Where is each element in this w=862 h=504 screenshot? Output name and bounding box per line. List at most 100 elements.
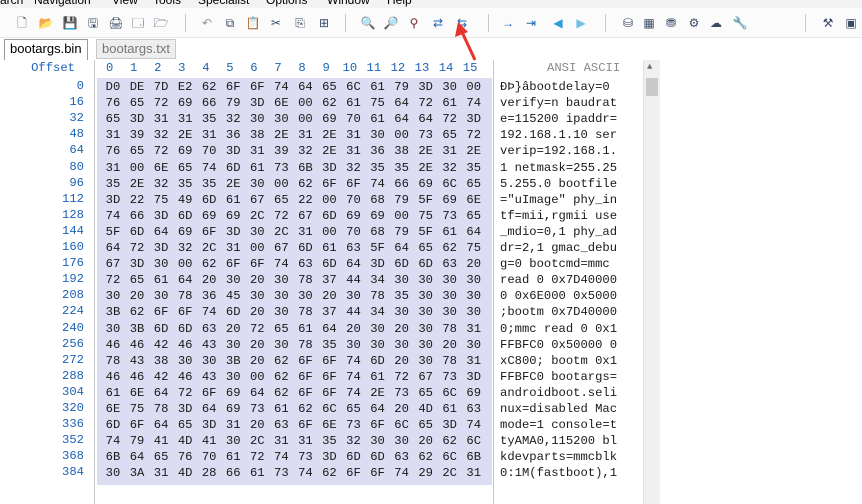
hex-byte[interactable]: 31	[222, 417, 244, 433]
hex-byte[interactable]: 61	[246, 465, 268, 481]
hex-byte[interactable]: 35	[391, 160, 413, 176]
hex-byte[interactable]: 30	[102, 288, 124, 304]
hex-byte[interactable]: 00	[174, 256, 196, 272]
hex-byte[interactable]: 6F	[318, 385, 340, 401]
hex-byte[interactable]: 63	[294, 256, 316, 272]
menu-item-window[interactable]: Window	[327, 0, 370, 7]
hex-byte[interactable]: 30	[246, 224, 268, 240]
hex-byte[interactable]: 32	[294, 143, 316, 159]
hex-byte[interactable]: 42	[150, 369, 172, 385]
hex-byte[interactable]: D0	[102, 79, 124, 95]
ascii-row[interactable]: ÐÞ}âbootdelay=0	[500, 79, 610, 95]
hex-byte[interactable]: 31	[174, 111, 196, 127]
hex-byte[interactable]: 65	[174, 160, 196, 176]
hex-byte[interactable]: 62	[318, 465, 340, 481]
cut-icon[interactable]: ✂	[268, 15, 284, 31]
hex-byte[interactable]: 30	[246, 288, 268, 304]
hex-byte[interactable]: 74	[367, 176, 389, 192]
hex-byte[interactable]: 6F	[294, 417, 316, 433]
hex-byte[interactable]: 30	[222, 369, 244, 385]
hex-byte[interactable]: 64	[415, 111, 437, 127]
hex-byte[interactable]: 64	[174, 272, 196, 288]
hex-byte[interactable]: 00	[246, 240, 268, 256]
hex-row[interactable]: 30 20 30 78 36 45 30 30 30 20 30 78 35 30 30 30	[0, 288, 495, 304]
hex-byte[interactable]: 6D	[318, 256, 340, 272]
hex-byte[interactable]: 64	[246, 385, 268, 401]
hex-byte[interactable]: 3D	[318, 160, 340, 176]
hex-byte[interactable]: 3D	[198, 417, 220, 433]
hex-byte[interactable]: 61	[318, 240, 340, 256]
hex-byte[interactable]: 67	[102, 256, 124, 272]
hex-byte[interactable]: 41	[150, 433, 172, 449]
hex-byte[interactable]: 74	[391, 465, 413, 481]
hex-byte[interactable]: 6F	[222, 256, 244, 272]
menu-item-navigation[interactable]: Navigation	[34, 0, 91, 7]
hex-byte[interactable]: 2E	[415, 160, 437, 176]
ascii-row[interactable]: xC800; bootm 0x1	[500, 353, 617, 369]
hex-byte[interactable]: 69	[318, 111, 340, 127]
hex-row[interactable]: D0 DE 7D E2 62 6F 6F 74 64 65 6C 61 79 3D 30 00	[0, 79, 495, 95]
hex-byte[interactable]: 00	[246, 369, 268, 385]
hex-byte[interactable]: 73	[246, 401, 268, 417]
ascii-row[interactable]: ="uImage" phy_in	[500, 192, 617, 208]
hex-byte[interactable]: 38	[150, 353, 172, 369]
save-all-icon[interactable]: 🖫	[85, 15, 101, 31]
hex-row[interactable]: 3D 22 75 49 6D 61 67 65 22 00 70 68 79 5F 69 6E	[0, 192, 495, 208]
ascii-row[interactable]: verip=192.168.1.	[500, 143, 617, 159]
hex-byte[interactable]: 30	[415, 272, 437, 288]
hex-byte[interactable]: 20	[463, 256, 485, 272]
hex-byte[interactable]: 31	[102, 160, 124, 176]
hex-byte[interactable]: 73	[439, 208, 461, 224]
hex-byte[interactable]: 65	[126, 95, 148, 111]
copy-icon[interactable]: ⧉	[222, 15, 238, 31]
hex-byte[interactable]: 30	[391, 337, 413, 353]
hex-byte[interactable]: 30	[367, 321, 389, 337]
hex-byte[interactable]: 78	[439, 353, 461, 369]
hex-byte[interactable]: 6D	[367, 449, 389, 465]
hex-byte[interactable]: 2E	[415, 143, 437, 159]
hex-byte[interactable]: 64	[102, 240, 124, 256]
hex-byte[interactable]: 35	[198, 111, 220, 127]
hex-byte[interactable]: 20	[198, 272, 220, 288]
hex-byte[interactable]: 74	[270, 79, 292, 95]
hex-byte[interactable]: 30	[222, 272, 244, 288]
hex-row[interactable]: 61 6E 64 72 6F 69 64 62 6F 6F 74 2E 73 65 6C 69	[0, 385, 495, 401]
hex-row[interactable]: 46 46 42 46 43 30 00 62 6F 6F 74 61 72 67 73 3D	[0, 369, 495, 385]
hex-byte[interactable]: 78	[102, 353, 124, 369]
hex-byte[interactable]: 30	[246, 176, 268, 192]
hex-byte[interactable]: 6F	[126, 417, 148, 433]
hex-byte[interactable]: 64	[391, 95, 413, 111]
hex-byte[interactable]: 46	[126, 337, 148, 353]
open-drive-icon[interactable]: 🗁	[153, 15, 169, 31]
hex-byte[interactable]: 6F	[174, 304, 196, 320]
hex-byte[interactable]: 67	[294, 208, 316, 224]
hex-byte[interactable]: 2E	[174, 127, 196, 143]
hex-byte[interactable]: 31	[270, 433, 292, 449]
hex-byte[interactable]: 3D	[150, 240, 172, 256]
hex-byte[interactable]: 68	[367, 224, 389, 240]
hex-byte[interactable]: 65	[270, 192, 292, 208]
tab-bootargs-txt[interactable]: bootargs.txt	[96, 39, 176, 59]
forward-icon[interactable]: ▶	[573, 15, 589, 31]
hex-byte[interactable]: 45	[222, 288, 244, 304]
hex-byte[interactable]: 2C	[246, 433, 268, 449]
hex-row[interactable]: 3B 62 6F 6F 74 6D 20 30 78 37 44 34 30 30 30 30	[0, 304, 495, 320]
hex-byte[interactable]: 72	[126, 240, 148, 256]
replace-icon[interactable]: ⇄	[430, 15, 446, 31]
hex-byte[interactable]: 62	[415, 449, 437, 465]
hex-byte[interactable]: 73	[270, 465, 292, 481]
hex-byte[interactable]: 75	[150, 192, 172, 208]
ascii-row[interactable]: FFBFC0 0x50000 0	[500, 337, 617, 353]
hex-byte[interactable]: 6D	[174, 208, 196, 224]
scrollbar-thumb[interactable]	[646, 78, 658, 96]
hex-byte[interactable]: 32	[439, 160, 461, 176]
hex-byte[interactable]: 6D	[222, 160, 244, 176]
hex-byte[interactable]: 73	[439, 369, 461, 385]
hex-byte[interactable]: 31	[439, 143, 461, 159]
back-icon[interactable]: ◀	[550, 15, 566, 31]
hex-byte[interactable]: 31	[463, 353, 485, 369]
hex-byte[interactable]: 76	[102, 143, 124, 159]
hex-byte[interactable]: 2E	[222, 176, 244, 192]
hex-byte[interactable]: 76	[102, 95, 124, 111]
hex-byte[interactable]: 30	[367, 337, 389, 353]
